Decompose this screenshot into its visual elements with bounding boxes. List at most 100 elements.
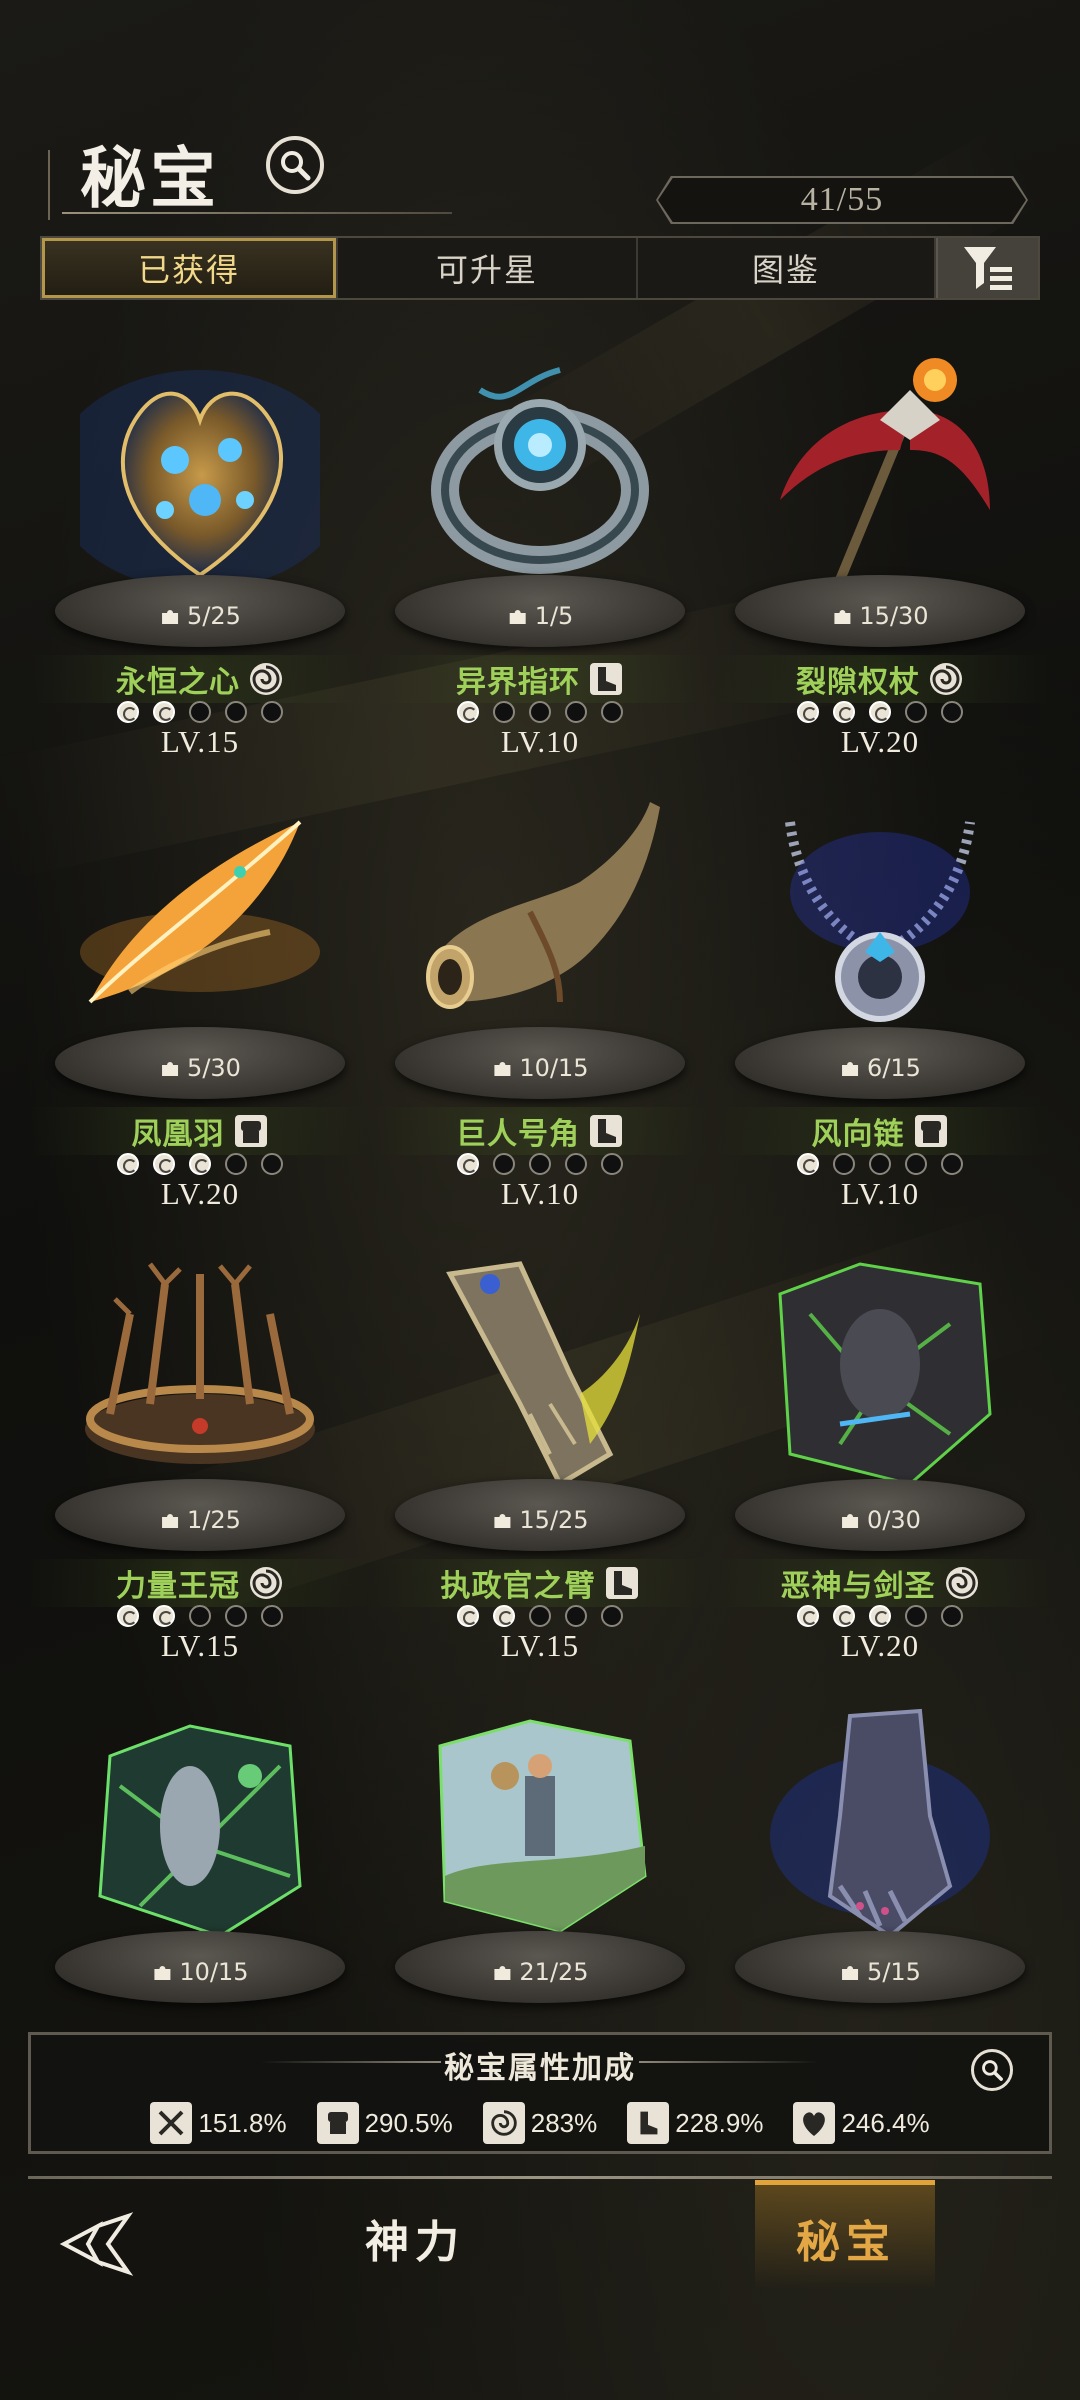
relic-art-necklace — [750, 792, 1010, 1052]
filter-button[interactable] — [936, 238, 1038, 298]
shard-count-text: 21/25 — [519, 1958, 589, 1986]
star-empty — [189, 701, 211, 723]
bonus-stat: 228.9% — [627, 2099, 763, 2147]
relic-name: 裂隙权杖 — [796, 665, 920, 700]
relic-card[interactable]: 6/15 风向链 LV.10 — [710, 772, 1050, 1212]
shard-count-text: 10/15 — [179, 1958, 249, 1986]
tab-codex[interactable]: 图鉴 — [638, 238, 936, 298]
collection-counter-text: 41/55 — [658, 178, 1026, 222]
puzzle-piece-icon — [509, 610, 526, 624]
puzzle-piece-icon — [162, 1514, 179, 1528]
star-filled — [797, 1605, 819, 1627]
star-empty — [225, 1153, 247, 1175]
star-empty — [905, 701, 927, 723]
relic-card[interactable]: 5/30 凤凰羽 LV.20 — [30, 772, 370, 1212]
relic-card[interactable]: 10/15 巨人号角 LV.10 — [370, 772, 710, 1212]
relic-card[interactable]: 0/30 恶神与剑圣 LV.20 — [710, 1224, 1050, 1664]
bonus-stat-value: 290.5% — [364, 2107, 453, 2138]
sword-icon — [150, 2102, 193, 2144]
star-empty — [189, 1605, 211, 1627]
tab-upgradable[interactable]: 可升星 — [338, 238, 638, 298]
relic-card[interactable]: 21/25 — [370, 1676, 710, 2016]
relic-name-row: 永恒之心 — [30, 655, 370, 703]
shard-count: 21/25 — [491, 1958, 589, 1986]
relic-card[interactable]: 1/5 异界指环 LV.10 — [370, 320, 710, 760]
fist-icon — [914, 1115, 947, 1147]
title-underline — [62, 212, 452, 214]
star-filled — [117, 701, 139, 723]
star-filled — [457, 1605, 479, 1627]
relic-name: 巨人号角 — [456, 1117, 580, 1152]
shard-count-text: 5/15 — [867, 1958, 921, 1986]
star-filled — [153, 701, 175, 723]
tab-obtained[interactable]: 已获得 — [42, 238, 338, 298]
star-empty — [601, 1605, 623, 1627]
shard-count: 1/25 — [159, 1506, 241, 1534]
shard-count: 5/15 — [839, 1958, 921, 1986]
star-rating — [710, 698, 1050, 726]
puzzle-piece-icon — [494, 1966, 511, 1980]
star-filled — [797, 1153, 819, 1175]
relic-card[interactable]: 15/30 裂隙权杖 LV.20 — [710, 320, 1050, 760]
relic-name-row: 凤凰羽 — [30, 1107, 370, 1155]
star-rating — [710, 1602, 1050, 1630]
bonus-title: 秘宝属性加成 — [444, 2051, 636, 2086]
page-title: 秘宝 — [80, 140, 220, 217]
relic-name: 力量王冠 — [116, 1569, 240, 1604]
relic-card[interactable]: 5/25 永恒之心 LV.15 — [30, 320, 370, 760]
shard-count-text: 10/15 — [519, 1054, 589, 1082]
star-empty — [869, 1153, 891, 1175]
puzzle-piece-icon — [834, 610, 851, 624]
attribute-bonus-panel: 秘宝属性加成 151.8% 290.5% 283% 228.9% 246.4% — [28, 2032, 1052, 2154]
relic-card[interactable]: 10/15 — [30, 1676, 370, 2016]
star-rating — [30, 698, 370, 726]
nav-tab-secret-treasure[interactable]: 秘宝 — [796, 2206, 896, 2270]
bonus-stat: 246.4% — [793, 2099, 930, 2147]
puzzle-piece-icon — [842, 1966, 859, 1980]
search-button[interactable] — [266, 136, 324, 194]
relic-card[interactable]: 15/25 执政官之臂 LV.15 — [370, 1224, 710, 1664]
relic-grid: 5/25 永恒之心 LV.15 1/5 异界指环 LV.10 15/30 裂隙权… — [0, 320, 1080, 2020]
back-button[interactable] — [58, 2204, 138, 2284]
relic-card[interactable]: 1/25 力量王冠 LV.15 — [30, 1224, 370, 1664]
shard-count-text: 1/5 — [534, 602, 574, 630]
bonus-detail-button[interactable] — [971, 2049, 1013, 2091]
shard-count: 15/30 — [831, 602, 929, 630]
fist-icon — [234, 1115, 267, 1147]
bonus-stat-value: 228.9% — [675, 2107, 764, 2138]
relic-name-row: 裂隙权杖 — [710, 655, 1050, 703]
boot-icon — [590, 663, 622, 695]
star-rating — [370, 698, 710, 726]
puzzle-piece-icon — [494, 1062, 511, 1076]
relic-art-card-traveler — [410, 1696, 670, 1956]
shard-count: 0/30 — [839, 1506, 921, 1534]
bottom-nav: 神力 秘宝 — [0, 2180, 1080, 2400]
relic-level: LV.10 — [840, 1176, 920, 1211]
star-filled — [869, 1605, 891, 1627]
boot-icon — [627, 2102, 670, 2144]
star-empty — [261, 1153, 283, 1175]
star-empty — [905, 1605, 927, 1627]
star-rating — [30, 1150, 370, 1178]
star-rating — [710, 1150, 1050, 1178]
bonus-stats: 151.8% 290.5% 283% 228.9% 246.4% — [31, 2099, 1049, 2147]
spiral-icon — [945, 1567, 978, 1599]
relic-art-card-dark — [750, 1244, 1010, 1504]
shard-count: 5/25 — [159, 602, 241, 630]
shard-count-text: 15/30 — [859, 602, 929, 630]
shard-count-text: 0/30 — [867, 1506, 921, 1534]
relic-card[interactable]: 5/15 — [710, 1676, 1050, 2016]
relic-name-row: 风向链 — [710, 1107, 1050, 1155]
relic-name: 执政官之臂 — [440, 1569, 596, 1604]
star-empty — [261, 701, 283, 723]
puzzle-piece-icon — [162, 1062, 179, 1076]
star-filled — [797, 701, 819, 723]
title-decoration — [48, 150, 62, 220]
header: 秘宝 41/55 — [0, 0, 1080, 230]
relic-name-row: 执政官之臂 — [370, 1559, 710, 1607]
star-empty — [529, 1153, 551, 1175]
relic-name: 永恒之心 — [116, 665, 240, 700]
nav-tab-power[interactable]: 神力 — [365, 2206, 465, 2270]
nav-active-indicator — [755, 2180, 935, 2185]
spiral-icon — [250, 1567, 282, 1599]
